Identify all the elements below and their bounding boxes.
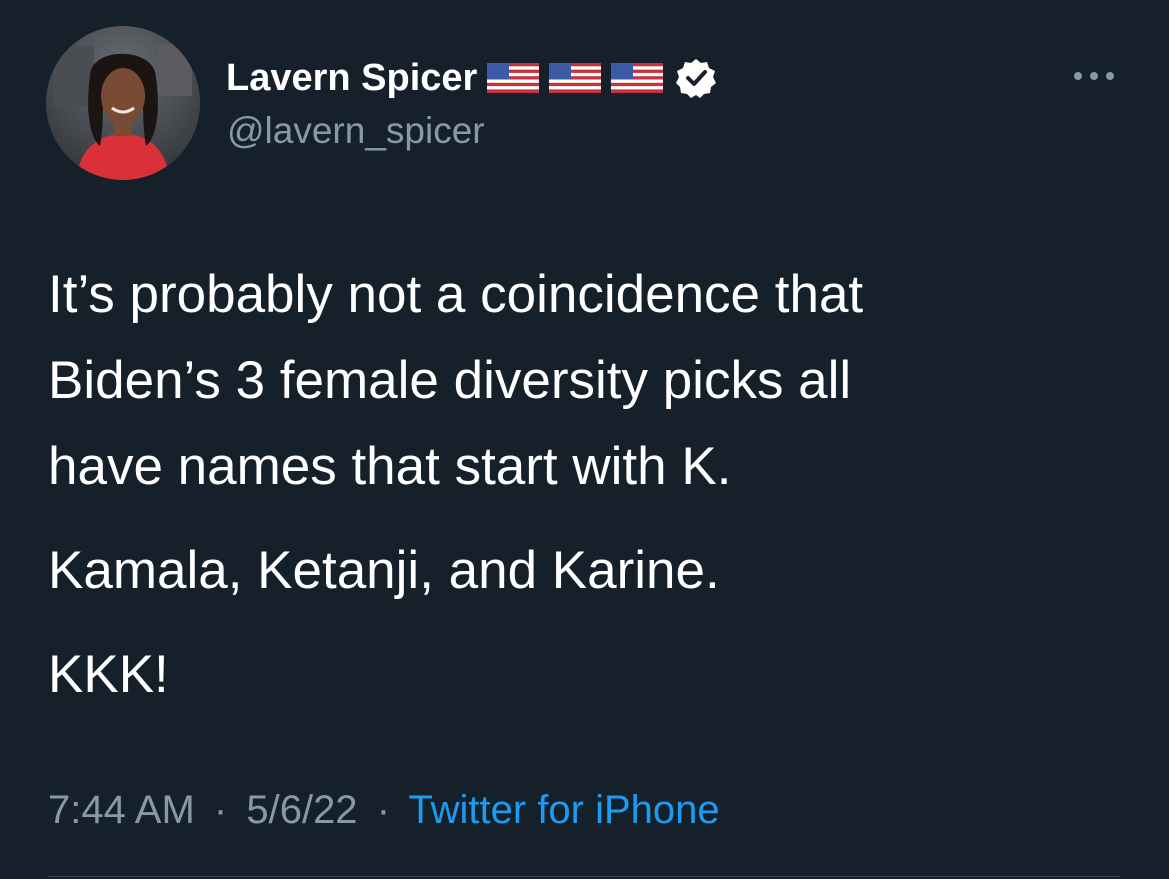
- tweet-time[interactable]: 7:44 AM: [48, 788, 195, 832]
- tweet-line: It’s probably not a coincidence that: [48, 265, 864, 324]
- author-display-name[interactable]: Lavern Spicer: [226, 57, 477, 100]
- verified-badge-icon: [675, 57, 717, 99]
- tweet-line: have names that start with K.: [48, 437, 732, 496]
- us-flag-icon: [549, 63, 602, 93]
- meta-separator: ·: [213, 788, 228, 832]
- tweet-date[interactable]: 5/6/22: [246, 788, 357, 832]
- divider: [48, 876, 1121, 877]
- author-handle[interactable]: @lavern_spicer: [227, 110, 485, 152]
- tweet-metadata: 7:44 AM · 5/6/22 · Twitter for iPhone: [48, 788, 720, 833]
- us-flag-icon: [611, 63, 664, 93]
- tweet-source-link[interactable]: Twitter for iPhone: [408, 788, 719, 832]
- avatar-image: [46, 26, 200, 180]
- more-dots-icon: [1074, 72, 1114, 80]
- tweet-line: Biden’s 3 female diversity picks all: [48, 351, 852, 410]
- author-name-row: Lavern Spicer: [226, 54, 717, 102]
- tweet-line: Kamala, Ketanji, and Karine.: [48, 541, 720, 600]
- tweet-detail: Lavern Spicer @lavern_spicer It’s probab…: [0, 0, 1169, 879]
- us-flag-icon: [487, 63, 540, 93]
- more-options-button[interactable]: [1068, 58, 1120, 94]
- tweet-line: KKK!: [48, 645, 169, 704]
- meta-separator: ·: [376, 788, 391, 832]
- tweet-text: It’s probably not a coincidence that Bid…: [48, 252, 1128, 718]
- avatar[interactable]: [46, 26, 200, 180]
